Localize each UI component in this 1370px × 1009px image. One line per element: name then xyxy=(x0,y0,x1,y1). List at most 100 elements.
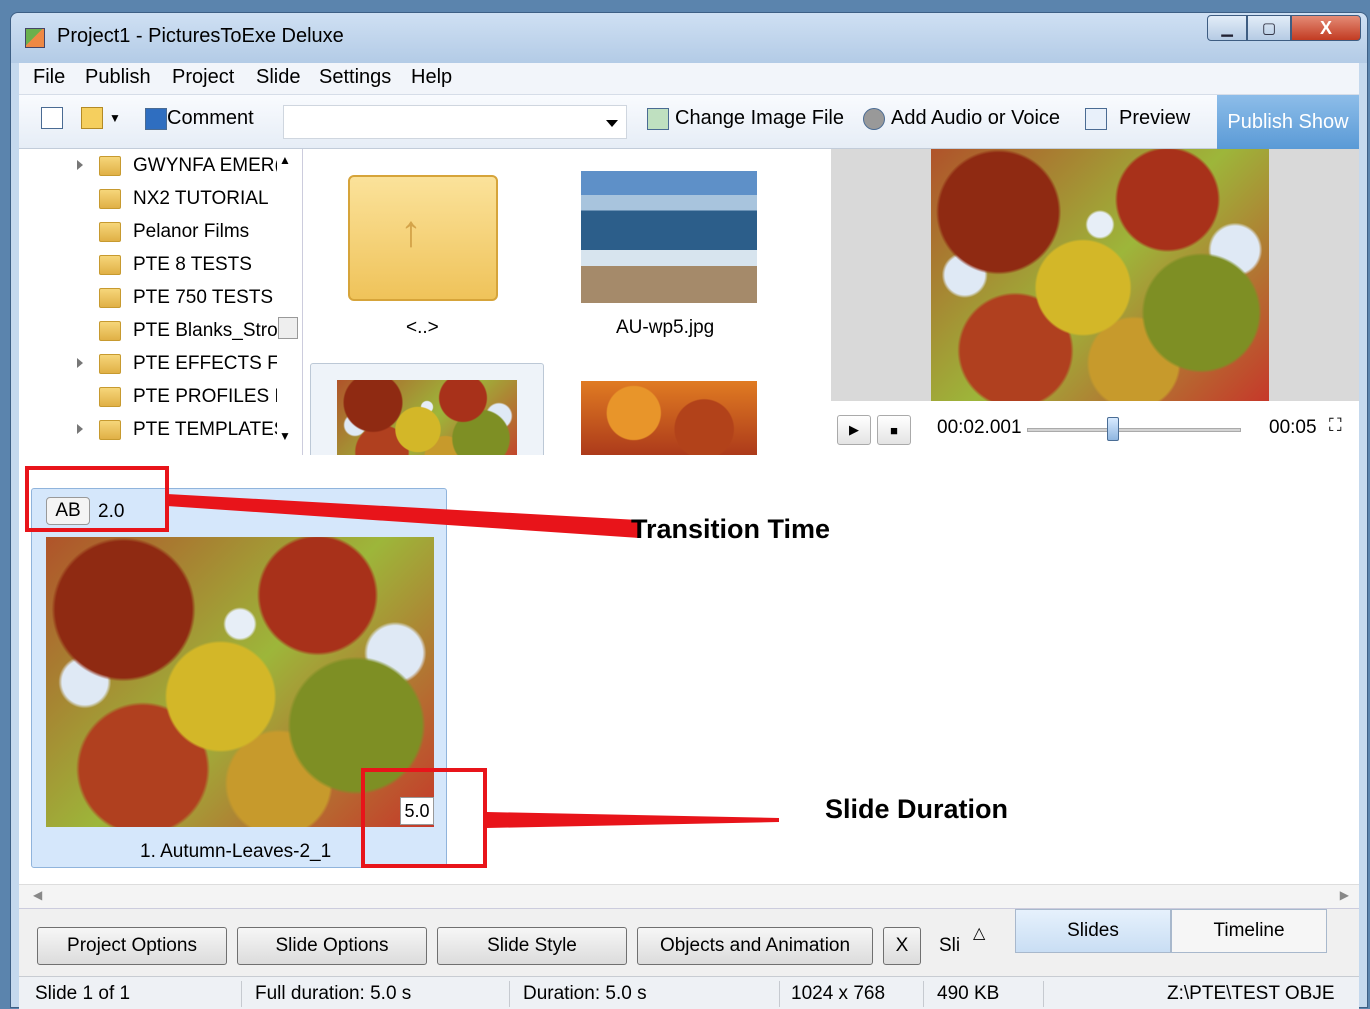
change-image-button[interactable]: Change Image File xyxy=(647,107,844,130)
status-separator xyxy=(1043,981,1044,1007)
sort-up-icon[interactable]: △ xyxy=(973,923,985,943)
player-controls: ▶ ■ 00:02.001 00:05 ⛶ xyxy=(831,401,1359,455)
seek-slider[interactable] xyxy=(1027,428,1241,432)
file-browser: ↑ <..> AU-wp5.jpg ▲ ▼ xyxy=(304,149,820,455)
tree-item-label: PTE PROFILES F( xyxy=(133,386,293,407)
thumbnail-au-wp5[interactable] xyxy=(581,171,757,303)
menu-project[interactable]: Project xyxy=(172,66,234,89)
thumbnail-image xyxy=(337,380,517,455)
tree-item-label: Pelanor Films xyxy=(133,221,250,242)
folder-up-icon[interactable]: ↑ xyxy=(348,175,498,301)
scroll-down-icon[interactable]: ▼ xyxy=(279,429,291,443)
project-options-button[interactable]: Project Options xyxy=(37,927,227,965)
save-icon xyxy=(145,107,167,130)
add-audio-button[interactable]: Add Audio or Voice xyxy=(863,107,1060,130)
publish-show-button[interactable]: Publish Show xyxy=(1217,95,1359,149)
tree-item[interactable]: PTE TEMPLATES xyxy=(77,415,287,445)
scroll-right-icon[interactable]: ▶ xyxy=(1340,888,1349,902)
status-separator xyxy=(779,981,780,1007)
folder-icon xyxy=(99,420,121,440)
scroll-left-icon[interactable]: ◀ xyxy=(33,888,42,902)
tab-slides[interactable]: Slides xyxy=(1015,909,1171,953)
client-area: File Publish Project Slide Settings Help… xyxy=(19,63,1359,1009)
thumbnail-orange[interactable] xyxy=(581,381,757,455)
status-bar: Slide 1 of 1 Full duration: 5.0 s Durati… xyxy=(19,976,1359,1009)
comment-combo[interactable] xyxy=(283,105,627,139)
slide-list: AB 2.0 5.0 1. Autumn-Leaves-2_1 Transiti… xyxy=(19,456,1359,884)
new-project-button[interactable] xyxy=(41,107,69,129)
preview-label: Preview xyxy=(1119,107,1191,129)
app-icon xyxy=(25,28,45,48)
folder-icon xyxy=(99,321,121,341)
comment-label: Comment xyxy=(167,107,254,129)
tree-item-label: PTE Blanks_Strol xyxy=(133,320,282,341)
expand-arrow-icon[interactable] xyxy=(77,424,83,434)
tree-item[interactable]: PTE 8 TESTS xyxy=(81,250,252,280)
objects-animation-button[interactable]: Objects and Animation xyxy=(637,927,873,965)
dropdown-arrow-icon[interactable]: ▼ xyxy=(109,111,121,125)
menu-help[interactable]: Help xyxy=(411,66,452,89)
toolbar: ▼ Comment Change Image File Add Audio or… xyxy=(19,95,1359,149)
duration-arrow xyxy=(487,812,779,828)
title-bar[interactable]: Project1 - PicturesToExe Deluxe ▁ ▢ X xyxy=(11,13,1367,63)
tree-item[interactable]: Pelanor Films xyxy=(81,217,249,247)
play-icon xyxy=(1085,107,1107,130)
thumbnail-selected[interactable] xyxy=(310,363,544,455)
folder-icon xyxy=(99,288,121,308)
slide-style-button[interactable]: Slide Style xyxy=(437,927,627,965)
seek-thumb[interactable] xyxy=(1107,417,1119,441)
window-controls: ▁ ▢ X xyxy=(1207,15,1361,41)
scroll-thumb[interactable] xyxy=(278,317,298,339)
tree-item[interactable]: PTE PROFILES F( xyxy=(81,382,292,412)
menu-file[interactable]: File xyxy=(33,66,65,89)
fullscreen-icon[interactable]: ⛶ xyxy=(1329,415,1342,436)
folder-icon xyxy=(99,222,121,242)
expand-arrow-icon[interactable] xyxy=(77,160,83,170)
tree-item[interactable]: NX2 TUTORIAL xyxy=(81,184,269,214)
tree-item-label: NX2 TUTORIAL xyxy=(133,188,269,209)
expand-arrow-icon[interactable] xyxy=(77,358,83,368)
preview-button[interactable]: Preview xyxy=(1085,107,1190,130)
play-button[interactable]: ▶ xyxy=(837,415,871,445)
folder-tree: GWYNFA EMER( NX2 TUTORIAL Pelanor Films … xyxy=(19,149,303,455)
tree-item[interactable]: PTE Blanks_Strol xyxy=(81,316,282,346)
minimize-button[interactable]: ▁ xyxy=(1207,15,1247,41)
folder-icon xyxy=(99,354,121,374)
bottom-toolbar: Project Options Slide Options Slide Styl… xyxy=(19,908,1359,976)
open-project-button[interactable]: ▼ xyxy=(81,107,121,129)
combo-arrow-icon[interactable] xyxy=(606,120,618,127)
status-path: Z:\PTE\TEST OBJE xyxy=(1167,983,1335,1004)
close-button[interactable]: X xyxy=(1291,15,1361,41)
slide-options-button[interactable]: Slide Options xyxy=(237,927,427,965)
folder-icon xyxy=(99,387,121,407)
maximize-button[interactable]: ▢ xyxy=(1247,15,1291,41)
status-separator xyxy=(923,981,924,1007)
stop-button[interactable]: ■ xyxy=(877,415,911,445)
tree-item[interactable]: PTE 750 TESTS xyxy=(81,283,273,313)
tree-item-label: PTE 8 TESTS xyxy=(133,254,252,275)
folder-icon xyxy=(99,255,121,275)
folder-icon xyxy=(99,189,121,209)
folder-icon xyxy=(99,156,121,176)
status-size: 490 KB xyxy=(937,983,1000,1004)
folder-up-label: <..> xyxy=(406,317,439,338)
tree-item-label: GWYNFA EMER( xyxy=(133,155,281,176)
menu-publish[interactable]: Publish xyxy=(85,66,151,89)
tree-item-label: PTE EFFECTS FO xyxy=(133,353,294,374)
scroll-up-icon[interactable]: ▲ xyxy=(279,153,291,167)
tree-item-label: PTE TEMPLATES xyxy=(133,419,287,440)
tree-scrollbar[interactable]: ▲ ▼ xyxy=(277,149,299,455)
delete-button[interactable]: X xyxy=(883,927,921,965)
window-title: Project1 - PicturesToExe Deluxe xyxy=(57,25,344,47)
tab-timeline[interactable]: Timeline xyxy=(1171,909,1327,953)
menu-settings[interactable]: Settings xyxy=(319,66,391,89)
tree-item[interactable]: PTE EFFECTS FO xyxy=(77,349,294,379)
image-icon xyxy=(647,107,669,130)
comment-button[interactable]: Comment xyxy=(145,107,254,130)
transition-time-annotation: Transition Time xyxy=(631,514,831,544)
current-time: 00:02.001 xyxy=(937,417,1022,438)
tree-item[interactable]: GWYNFA EMER( xyxy=(77,151,281,181)
preview-pane: ▶ ■ 00:02.001 00:05 ⛶ xyxy=(831,149,1359,455)
menu-slide[interactable]: Slide xyxy=(256,66,300,89)
horizontal-scrollbar[interactable]: ◀ ▶ xyxy=(19,884,1359,908)
